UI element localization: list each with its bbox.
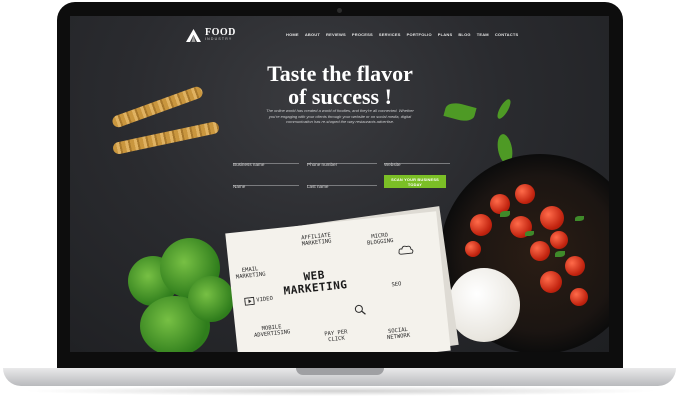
phone-number-field — [307, 153, 377, 167]
herb-leaf-image — [575, 216, 584, 221]
breadstick-image — [111, 120, 221, 156]
sketch-mobile-advertising: MOBILE ADVERTISING — [253, 324, 291, 339]
name-input[interactable] — [233, 184, 299, 189]
tomato-image — [565, 256, 585, 276]
phone-number-input[interactable] — [307, 162, 377, 167]
web-marketing-sketch: AFFILIATE MARKETING MICRO BLOGGING EMAIL… — [225, 211, 451, 352]
tomato-image — [465, 241, 481, 257]
website-field — [384, 153, 450, 167]
magnifier-icon — [354, 304, 366, 315]
hero-headline-line1: Taste the flavor — [267, 61, 413, 86]
last-name-field — [307, 175, 377, 189]
herb-leaf-image — [525, 231, 534, 236]
tomato-image — [530, 241, 550, 261]
nav-item-team[interactable]: TEAM — [477, 32, 489, 37]
sketch-micro-blogging: MICRO BLOGGING — [366, 232, 394, 247]
tomato-image — [515, 184, 535, 204]
tomato-image — [470, 214, 492, 236]
last-name-input[interactable] — [307, 184, 377, 189]
play-icon — [244, 296, 255, 306]
sketch-social-network: SOCIAL NETWORK — [386, 326, 411, 342]
brand-name: FOOD — [205, 27, 236, 38]
camera-icon — [337, 8, 342, 13]
herb-leaf-image — [500, 211, 510, 217]
tomato-image — [570, 288, 588, 306]
nav-item-home[interactable]: HOME — [286, 32, 299, 37]
brand-tagline: INDUSTRY — [205, 37, 233, 41]
herb-leaf-image — [555, 251, 565, 257]
logo-mountain-icon — [186, 28, 201, 42]
sketch-seo: SEO — [391, 281, 402, 289]
nav-item-contacts[interactable]: CONTACTS — [495, 32, 519, 37]
sketch-email-marketing: EMAIL MARKETING — [235, 266, 266, 281]
nav-item-blog[interactable]: BLOG — [458, 32, 470, 37]
hero-headline-line2: of success ! — [288, 84, 392, 109]
tomato-image — [540, 206, 564, 230]
nav-item-process[interactable]: PROCESS — [352, 32, 373, 37]
tomato-image — [540, 271, 562, 293]
nav-item-plans[interactable]: PLANS — [438, 32, 453, 37]
sketch-video: VIDEO — [256, 295, 274, 304]
scan-business-button[interactable]: SCAN YOUR BUSINESS TODAY — [384, 175, 446, 188]
breadstick-image — [110, 85, 205, 129]
sketch-title: WEB MARKETING — [282, 267, 348, 297]
laptop-shadow — [20, 386, 660, 396]
hero-headline: Taste the flavor of success ! — [220, 62, 460, 108]
name-field — [233, 175, 299, 189]
hero-paragraph: The online world has created a world of … — [266, 108, 414, 125]
lettuce-image — [188, 276, 234, 322]
nav-item-services[interactable]: SERVICES — [379, 32, 401, 37]
nav-item-about[interactable]: ABOUT — [305, 32, 320, 37]
cloud-icon — [398, 245, 414, 255]
brand-logo[interactable]: FOOD INDUSTRY — [186, 28, 236, 42]
nav-item-portfolio[interactable]: PORTFOLIO — [407, 32, 432, 37]
sketch-affiliate-marketing: AFFILIATE MARKETING — [300, 232, 332, 248]
website-input[interactable] — [384, 162, 450, 167]
mozzarella-image — [448, 268, 520, 342]
nav-item-reviews[interactable]: REVIEWS — [326, 32, 346, 37]
business-name-field — [233, 153, 299, 167]
main-nav: HOME ABOUT REVIEWS PROCESS SERVICES PORT… — [286, 32, 518, 37]
business-name-input[interactable] — [233, 162, 299, 167]
laptop-notch — [296, 368, 384, 375]
sketch-pay-per-click: PAY PER CLICK — [324, 329, 348, 344]
basil-leaf-image — [495, 97, 513, 121]
tomato-image — [550, 231, 568, 249]
laptop-screen: FOOD INDUSTRY HOME ABOUT REVIEWS PROCESS… — [70, 16, 609, 352]
